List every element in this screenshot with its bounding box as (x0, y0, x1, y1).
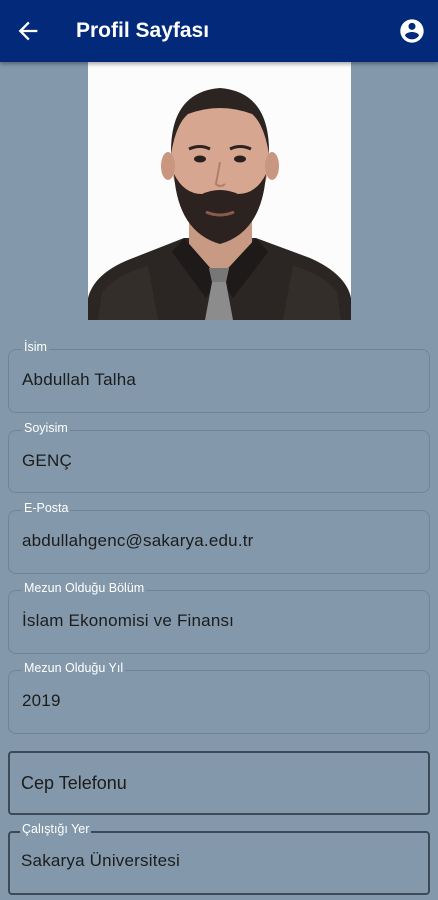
department-label: Mezun Olduğu Bölüm (22, 581, 147, 595)
back-button[interactable] (14, 17, 42, 45)
last-name-value: GENÇ (22, 451, 72, 470)
workplace-field[interactable]: Çalıştığı Yer Sakarya Üniversitesi (8, 822, 430, 895)
workplace-value: Sakarya Üniversitesi (21, 851, 180, 870)
email-field[interactable]: E-Posta abdullahgenc@sakarya.edu.tr (8, 501, 430, 574)
page-title: Profil Sayfası (76, 19, 210, 42)
department-value: İslam Ekonomisi ve Finansı (22, 611, 235, 630)
last-name-label: Soyisim (22, 421, 70, 435)
profile-photo (88, 62, 351, 320)
first-name-field[interactable]: İsim Abdullah Talha (8, 340, 430, 413)
phone-field[interactable]: Cep Telefonu (8, 751, 430, 815)
phone-placeholder: Cep Telefonu (21, 773, 127, 793)
email-label: E-Posta (22, 501, 71, 515)
arrow-left-icon (18, 21, 38, 41)
account-circle-icon (400, 19, 424, 43)
first-name-value: Abdullah Talha (22, 370, 137, 389)
graduation-year-field[interactable]: Mezun Olduğu Yıl 2019 (8, 661, 430, 734)
app-bar: Profil Sayfası (0, 0, 438, 62)
email-value: abdullahgenc@sakarya.edu.tr (22, 531, 254, 550)
last-name-field[interactable]: Soyisim GENÇ (8, 421, 430, 493)
first-name-label: İsim (22, 340, 49, 354)
graduation-year-label: Mezun Olduğu Yıl (22, 661, 126, 675)
account-button[interactable] (398, 17, 426, 45)
workplace-label: Çalıştığı Yer (20, 822, 92, 836)
graduation-year-value: 2019 (22, 691, 61, 710)
department-field[interactable]: Mezun Olduğu Bölüm İslam Ekonomisi ve Fi… (8, 581, 430, 654)
